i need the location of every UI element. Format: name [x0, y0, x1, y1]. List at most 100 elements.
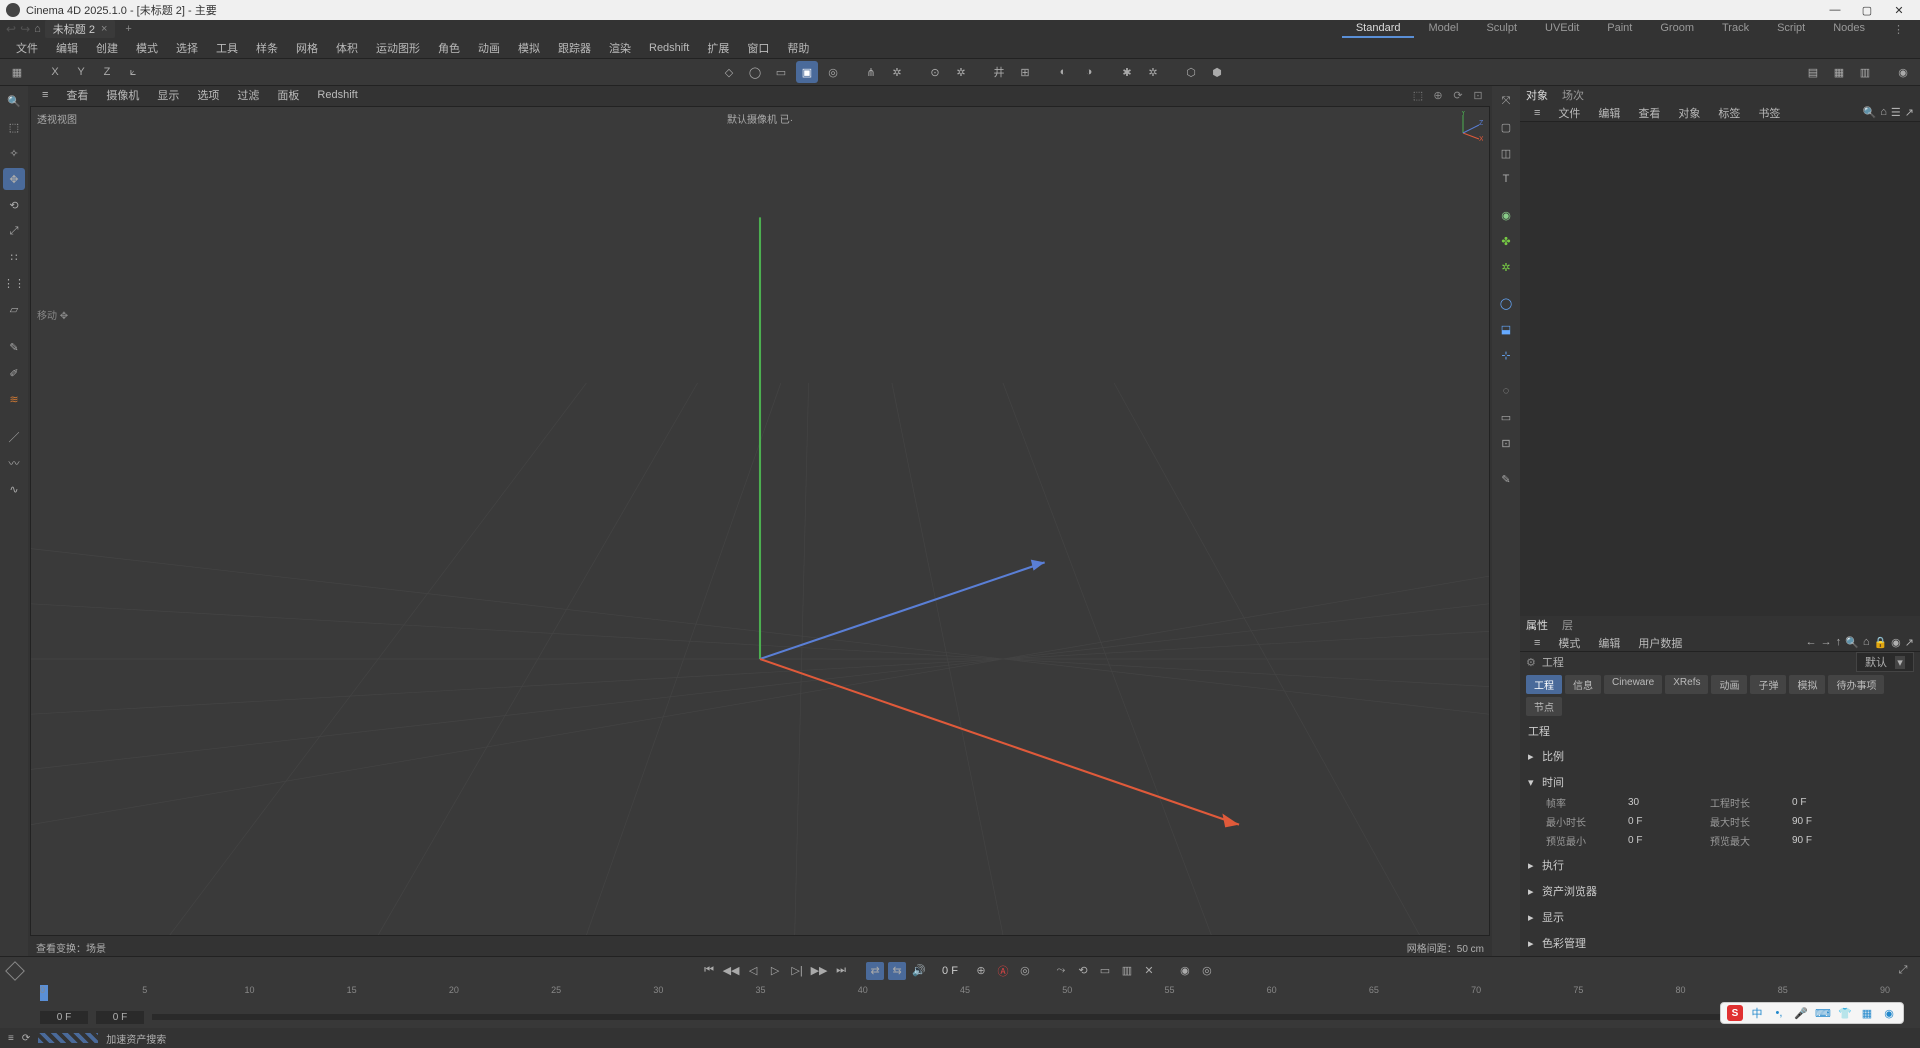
attr-menu-item[interactable]: 用户数据	[1630, 634, 1690, 652]
menu-item[interactable]: 选择	[168, 38, 206, 58]
attr-preset-dropdown[interactable]: 默认 ▾	[1856, 652, 1914, 672]
polys-mode-icon[interactable]: ▱	[3, 298, 25, 320]
attr-panel-icon[interactable]: ←	[1806, 636, 1817, 649]
obj-panel-icon[interactable]: ↗	[1905, 106, 1914, 119]
move-tool-icon[interactable]: ✥	[3, 168, 25, 190]
minimize-button[interactable]: —	[1828, 4, 1842, 17]
attr-field-value[interactable]: 0 F	[1792, 797, 1862, 808]
layout-more-icon[interactable]: ⋮	[1883, 23, 1914, 36]
cs-rect-icon[interactable]: ▢	[1495, 116, 1517, 138]
tl-expand-icon[interactable]: ⤢	[1894, 962, 1912, 980]
attr-group-header[interactable]: ▸比例	[1528, 745, 1912, 767]
prim-active-icon[interactable]: ▣	[796, 61, 818, 83]
prev-frame-icon[interactable]: ◁	[744, 962, 762, 980]
document-tab[interactable]: 未标题 2 ×	[45, 20, 116, 38]
tl-opt1-icon[interactable]: ⤳	[1052, 962, 1070, 980]
close-button[interactable]: ✕	[1892, 4, 1906, 17]
grid-snap-icon[interactable]: ⊞	[1014, 61, 1036, 83]
layout-tab-track[interactable]: Track	[1708, 20, 1763, 38]
menu-item[interactable]: 编辑	[48, 38, 86, 58]
loop-icon[interactable]: ⇄	[866, 962, 884, 980]
attr-group-header[interactable]: ▸显示	[1528, 906, 1912, 928]
ime-punct-icon[interactable]: •,	[1771, 1005, 1787, 1021]
vp-menu-item[interactable]: 查看	[58, 86, 96, 104]
tl-rec1-icon[interactable]: ◉	[1176, 962, 1194, 980]
attr-menu-item[interactable]: 模式	[1550, 634, 1588, 652]
vp-menu-item[interactable]: 显示	[149, 86, 187, 104]
tl-opt5-icon[interactable]: ✕	[1140, 962, 1158, 980]
attr-subtab[interactable]: XRefs	[1665, 675, 1708, 694]
cs-clover-icon[interactable]: ✤	[1495, 230, 1517, 252]
obj-menu-item[interactable]: 文件	[1550, 104, 1588, 122]
vp-menu-item[interactable]: 面板	[269, 86, 307, 104]
attr-subtab[interactable]: Cineware	[1604, 675, 1662, 694]
prev-key-icon[interactable]: ◀◀	[722, 962, 740, 980]
goto-end-icon[interactable]: ⏭	[832, 962, 850, 980]
status-sync-icon[interactable]: ⟳	[22, 1033, 30, 1044]
home-icon[interactable]: ⌂	[34, 23, 41, 35]
attr-panel-icon[interactable]: ◉	[1891, 636, 1901, 649]
vp-menu-item[interactable]: 摄像机	[98, 86, 147, 104]
obj-menu-item[interactable]: 编辑	[1590, 104, 1628, 122]
search-icon[interactable]: 🔍	[3, 90, 25, 112]
ime-toolbox-icon[interactable]: ▦	[1859, 1005, 1875, 1021]
viewport-menu-hamburger[interactable]: ≡	[34, 88, 56, 102]
tl-opt4-icon[interactable]: ▥	[1118, 962, 1136, 980]
rec-key-icon[interactable]: ◎	[1016, 962, 1034, 980]
points-mode-icon[interactable]: ∷	[3, 246, 25, 268]
obj-menu-item[interactable]: 书签	[1750, 104, 1788, 122]
attr-subtab[interactable]: 信息	[1565, 675, 1601, 694]
loop2-icon[interactable]: ⇆	[888, 962, 906, 980]
cs-light-icon[interactable]: ◉	[1495, 204, 1517, 226]
cs-cube-icon[interactable]: ◫	[1495, 142, 1517, 164]
attr-group-header[interactable]: ▾时间	[1528, 771, 1912, 793]
attr-field-value[interactable]: 0 F	[1628, 835, 1698, 846]
edges-mode-icon[interactable]: ⋮⋮	[3, 272, 25, 294]
particle-gear-icon[interactable]: ✲	[1142, 61, 1164, 83]
ime-lang[interactable]: 中	[1749, 1005, 1765, 1021]
particle-icon[interactable]: ✱	[1116, 61, 1138, 83]
obj-menu-item[interactable]: 标签	[1710, 104, 1748, 122]
snap-gear-icon[interactable]: ✲	[950, 61, 972, 83]
menu-item[interactable]: 工具	[208, 38, 246, 58]
nav-fwd-icon[interactable]: ↪	[20, 22, 30, 36]
layout-tab-paint[interactable]: Paint	[1593, 20, 1646, 38]
pen1-icon[interactable]: ／	[3, 426, 25, 448]
rec-auto-icon[interactable]: Ⓐ	[994, 962, 1012, 980]
attr-field-value[interactable]: 30	[1628, 797, 1698, 808]
sound-icon[interactable]: 🔊	[910, 962, 928, 980]
attr-menu-hamburger[interactable]: ≡	[1526, 636, 1548, 650]
menu-item[interactable]: 网格	[288, 38, 326, 58]
maximize-button[interactable]: ▢	[1860, 4, 1874, 17]
obj-menu-item[interactable]: 查看	[1630, 104, 1668, 122]
layout-tab-model[interactable]: Model	[1414, 20, 1472, 38]
menu-item[interactable]: 窗口	[739, 38, 777, 58]
ime-keyboard-icon[interactable]: ⌨	[1815, 1005, 1831, 1021]
keyframe-icon[interactable]	[5, 961, 25, 981]
cs-circle-icon[interactable]: ◌	[1495, 380, 1517, 402]
render-region-icon[interactable]: ▤	[1802, 61, 1824, 83]
layout-tab-script[interactable]: Script	[1763, 20, 1819, 38]
attr-panel-icon[interactable]: 🔒	[1873, 636, 1887, 649]
render-frame-icon[interactable]: ▦	[1828, 61, 1850, 83]
viewport[interactable]: 透视视图 默认摄像机 已· Y X Z 移动 ✥	[30, 106, 1490, 936]
prim-misc-icon[interactable]: ◎	[822, 61, 844, 83]
sym-icon[interactable]: ◐	[1052, 61, 1074, 83]
next-frame-icon[interactable]: ▷|	[788, 962, 806, 980]
prim-plane-icon[interactable]: ▭	[770, 61, 792, 83]
axis-z-button[interactable]: Z	[96, 61, 118, 83]
rotate-tool-icon[interactable]: ⟲	[3, 194, 25, 216]
play-icon[interactable]: ▷	[766, 962, 784, 980]
render-settings-icon[interactable]: ◉	[1892, 61, 1914, 83]
menu-item[interactable]: 扩展	[699, 38, 737, 58]
next-key-icon[interactable]: ▶▶	[810, 962, 828, 980]
range-start-inner[interactable]: 0 F	[96, 1011, 144, 1024]
vp-nav-icon[interactable]: ⊕	[1430, 87, 1446, 103]
attr-panel-icon[interactable]: ↗	[1905, 636, 1914, 649]
range-track[interactable]	[152, 1014, 1768, 1020]
axis-lock-icon[interactable]: ⟀	[122, 61, 144, 83]
tab-objects[interactable]: 对象	[1526, 87, 1548, 103]
render-queue-icon[interactable]: ▥	[1854, 61, 1876, 83]
goto-start-icon[interactable]: ⏮	[700, 962, 718, 980]
viewport-axis-gizmo[interactable]: Y X Z	[1453, 111, 1483, 141]
